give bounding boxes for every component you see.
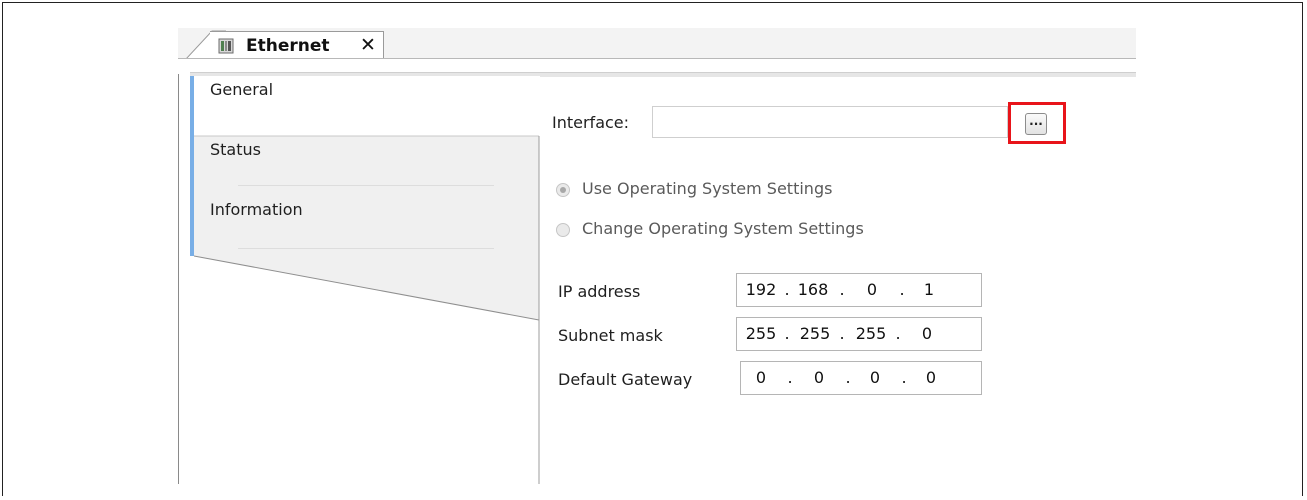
interface-input[interactable]: [652, 106, 1008, 138]
nav-item-label: Information: [210, 200, 303, 219]
change-os-settings-label: Change Operating System Settings: [582, 219, 864, 238]
ip-octet: 192: [745, 280, 777, 299]
ip-dot: .: [839, 280, 845, 299]
ip-dot: .: [787, 368, 793, 387]
ip-dot: .: [784, 280, 790, 299]
default-gateway-field[interactable]: 0 . 0 . 0 . 0: [740, 361, 982, 395]
nav-item-general[interactable]: General: [190, 76, 540, 136]
browse-highlight-box: ...: [1008, 102, 1066, 144]
tab-ethernet[interactable]: Ethernet ✕: [210, 31, 384, 59]
default-gateway-label: Default Gateway: [558, 370, 693, 389]
ip-dot: .: [839, 324, 845, 343]
nav-item-information[interactable]: Information: [190, 196, 540, 256]
device-icon: [218, 38, 234, 54]
ip-octet: 0: [921, 324, 933, 343]
nav-accent: [190, 136, 194, 196]
subnet-mask-label: Subnet mask: [558, 326, 663, 345]
ip-address-field[interactable]: 192 . 168 . 0 . 1: [736, 273, 982, 307]
use-os-settings-radio[interactable]: [556, 183, 570, 197]
ip-octet: 255: [799, 324, 831, 343]
ip-octet: 0: [869, 368, 881, 387]
ip-dot: .: [895, 324, 901, 343]
nav-item-label: Status: [210, 140, 261, 159]
nav-item-status[interactable]: Status: [190, 136, 540, 196]
nav-separator: [238, 185, 494, 186]
browse-button[interactable]: ...: [1025, 113, 1047, 135]
ip-dot: .: [845, 368, 851, 387]
ip-octet: 0: [866, 280, 878, 299]
ip-octet: 1: [923, 280, 935, 299]
nav-accent: [190, 76, 194, 136]
ip-octet: 0: [755, 368, 767, 387]
ip-dot: .: [899, 280, 905, 299]
ip-dot: .: [784, 324, 790, 343]
close-icon[interactable]: ✕: [360, 34, 376, 56]
ip-octet: 0: [925, 368, 937, 387]
ip-octet: 255: [855, 324, 887, 343]
ip-octet: 0: [813, 368, 825, 387]
interface-label: Interface:: [552, 113, 630, 132]
editor-left-border: [178, 74, 179, 484]
subnet-mask-field[interactable]: 255 . 255 . 255 . 0: [736, 317, 982, 351]
ip-octet: 168: [797, 280, 829, 299]
nav-accent: [190, 196, 194, 256]
tab-title: Ethernet: [246, 36, 330, 56]
ethernet-editor: Ethernet ✕ General Status Information In: [178, 28, 1136, 484]
settings-nav: General Status Information: [190, 76, 540, 484]
nav-item-label: General: [210, 80, 274, 99]
general-settings-form: Interface: ... Use Operating System Sett…: [538, 76, 1136, 484]
change-os-settings-radio[interactable]: [556, 223, 570, 237]
ip-dot: .: [901, 368, 907, 387]
ip-octet: 255: [745, 324, 777, 343]
nav-separator: [238, 248, 494, 249]
ip-address-label: IP address: [558, 282, 641, 301]
tab-strip-border: [178, 58, 1136, 59]
use-os-settings-label: Use Operating System Settings: [582, 179, 833, 198]
